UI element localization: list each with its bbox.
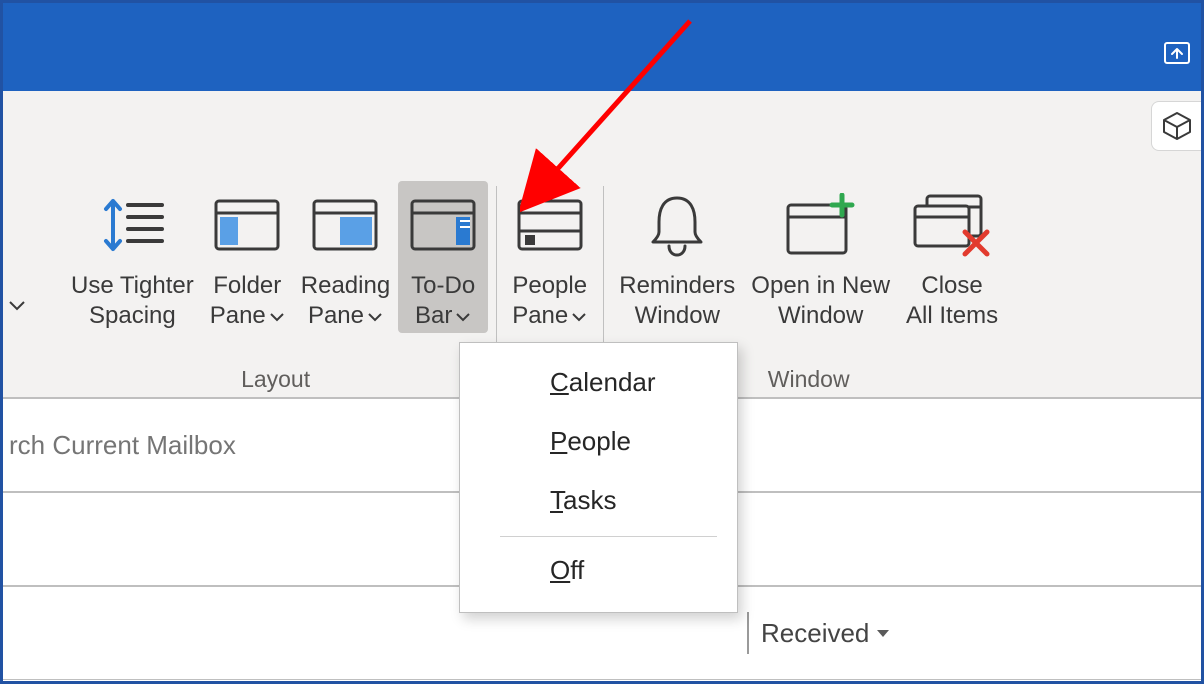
label-line1: Reminders xyxy=(619,272,735,299)
people-pane-icon xyxy=(515,187,585,263)
chevron-down-icon xyxy=(455,301,471,331)
ribbon-group-layout: Use Tighter Spacing xyxy=(55,101,496,397)
label-line2: Pane xyxy=(512,302,568,329)
label-line2: Spacing xyxy=(89,302,176,329)
close-all-items-button[interactable]: Close All Items xyxy=(898,181,1006,333)
open-in-new-window-button[interactable]: Open in New Window xyxy=(743,181,898,333)
sort-label: Received xyxy=(761,618,869,649)
bell-icon xyxy=(645,187,709,263)
label-line2: Pane xyxy=(308,302,364,329)
menu-item-calendar[interactable]: Calendar xyxy=(460,353,737,412)
folder-pane-button[interactable]: Folder Pane xyxy=(202,181,293,333)
label-line1: Close xyxy=(921,272,982,299)
group-caption-layout: Layout xyxy=(55,366,496,393)
collapse-ribbon-button[interactable] xyxy=(1163,37,1191,72)
chevron-down-icon xyxy=(367,301,383,331)
chevron-down-icon xyxy=(269,301,285,331)
menu-item-tasks[interactable]: Tasks xyxy=(460,471,737,530)
label-line2: Window xyxy=(778,302,863,329)
to-do-bar-button[interactable]: To-Do Bar xyxy=(398,181,488,333)
label-line1: Use Tighter xyxy=(71,272,194,299)
triangle-down-icon xyxy=(875,627,891,639)
label-line1: To-Do xyxy=(411,272,475,299)
to-do-bar-menu: Calendar People Tasks Off xyxy=(459,342,738,613)
label-line2: Window xyxy=(635,302,720,329)
chevron-down-icon xyxy=(571,301,587,331)
label-line1: Open in New xyxy=(751,272,890,299)
title-bar xyxy=(3,3,1201,91)
close-all-icon xyxy=(911,187,993,263)
people-pane-button[interactable]: People Pane xyxy=(504,181,595,333)
new-window-icon xyxy=(782,187,860,263)
app-frame: Use Tighter Spacing xyxy=(0,0,1204,684)
sort-by-received[interactable]: Received xyxy=(747,612,891,654)
menu-item-off[interactable]: Off xyxy=(460,541,737,600)
label-line1: People xyxy=(512,272,587,299)
reading-pane-icon xyxy=(310,187,380,263)
label-line1: Reading xyxy=(301,272,390,299)
label-line1: Folder xyxy=(213,272,281,299)
folder-pane-icon xyxy=(212,187,282,263)
reminders-window-button[interactable]: Reminders Window xyxy=(611,181,743,333)
menu-separator xyxy=(500,536,717,537)
label-line2: Bar xyxy=(415,302,452,329)
to-do-bar-icon xyxy=(408,187,478,263)
label-line2: Pane xyxy=(210,302,266,329)
use-tighter-spacing-button[interactable]: Use Tighter Spacing xyxy=(63,181,202,333)
tighter-spacing-icon xyxy=(96,187,168,263)
menu-item-people[interactable]: People xyxy=(460,412,737,471)
reading-pane-button[interactable]: Reading Pane xyxy=(293,181,398,333)
label-line2: All Items xyxy=(906,302,998,329)
